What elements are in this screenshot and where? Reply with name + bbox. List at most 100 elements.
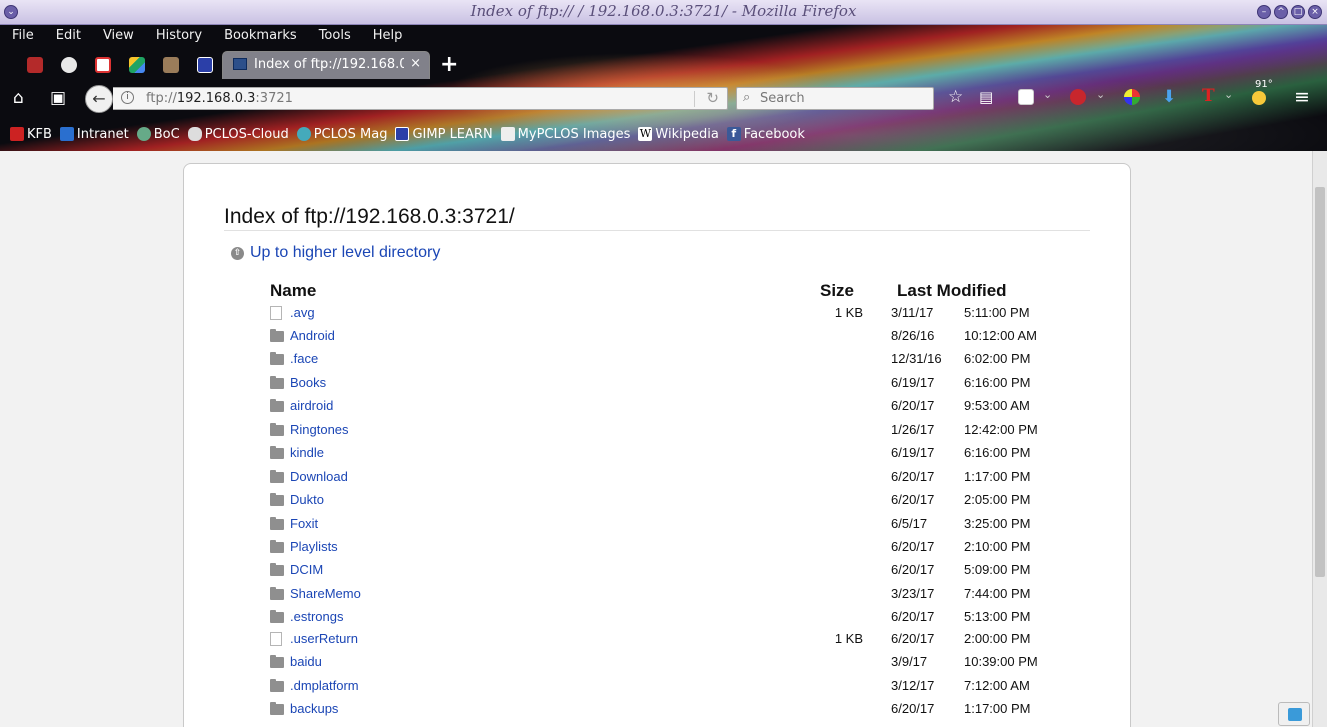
pinned-tab-2[interactable] — [58, 54, 80, 76]
reload-icon[interactable]: ↻ — [706, 89, 719, 107]
table-row[interactable]: baidu 3/9/17 10:39:00 PM — [270, 653, 1070, 676]
file-name-link[interactable]: Dukto — [290, 492, 324, 507]
table-row[interactable]: Foxit 6/5/17 3:25:00 PM — [270, 515, 1070, 538]
menu-tools[interactable]: Tools — [319, 25, 351, 49]
table-row[interactable]: ShareMemo 3/23/17 7:44:00 PM — [270, 585, 1070, 608]
table-row[interactable]: DCIM 6/20/17 5:09:00 PM — [270, 561, 1070, 584]
modified-time: 6:02:00 PM — [964, 351, 1031, 366]
table-row[interactable]: Ringtones 1/26/17 12:42:00 PM — [270, 421, 1070, 444]
magazine-icon — [296, 127, 311, 141]
vertical-scrollbar[interactable] — [1312, 151, 1327, 727]
table-row[interactable]: .face 12/31/16 6:02:00 PM — [270, 350, 1070, 373]
bookmark-pclos-mag[interactable]: PCLOS Mag — [296, 121, 387, 147]
tab-close-icon[interactable]: × — [410, 56, 421, 71]
pinned-tab-gimp[interactable] — [194, 54, 216, 76]
pinned-tab-5[interactable] — [160, 54, 182, 76]
hamburger-menu-icon[interactable]: ≡ — [1294, 86, 1310, 108]
file-name-link[interactable]: .face — [290, 351, 318, 366]
facebook-icon: f — [726, 127, 741, 141]
home-icon[interactable]: ⌂ — [13, 88, 24, 108]
menu-bookmarks[interactable]: Bookmarks — [224, 25, 297, 49]
file-name-link[interactable]: DCIM — [290, 562, 323, 577]
menu-view[interactable]: View — [103, 25, 134, 49]
download-icon[interactable]: ⬇ — [1162, 87, 1176, 107]
bookmark-facebook[interactable]: f Facebook — [726, 121, 805, 147]
maximize-button[interactable]: □ — [1291, 5, 1305, 19]
table-row[interactable]: backups 6/20/17 1:17:00 PM — [270, 700, 1070, 723]
menu-help[interactable]: Help — [373, 25, 403, 49]
search-bar[interactable]: ⌕ Search — [736, 87, 934, 110]
color-picker-icon[interactable] — [1124, 89, 1140, 105]
file-name-link[interactable]: kindle — [290, 445, 324, 460]
pinned-tab-1[interactable] — [24, 54, 46, 76]
file-name-link[interactable]: Android — [290, 328, 335, 343]
menu-edit[interactable]: Edit — [56, 25, 81, 49]
modified-date: 6/20/17 — [891, 492, 935, 507]
bookmark-wikipedia[interactable]: W Wikipedia — [638, 121, 719, 147]
column-header-last-modified[interactable]: Last Modified — [897, 281, 1007, 301]
print-icon[interactable]: ▣ — [50, 88, 66, 108]
bookmark-pclos-cloud[interactable]: PCLOS-Cloud — [187, 121, 289, 147]
modified-date: 6/20/17 — [891, 398, 935, 413]
file-name-link[interactable]: Books — [290, 375, 326, 390]
table-row[interactable]: .avg 1 KB 3/11/17 5:11:00 PM — [270, 304, 1070, 327]
translate-icon[interactable]: T — [1202, 86, 1215, 106]
table-row[interactable]: airdroid 6/20/17 9:53:00 AM — [270, 397, 1070, 420]
minimize-button[interactable]: – — [1257, 5, 1271, 19]
bookmark-boc[interactable]: BoC — [136, 121, 180, 147]
chevron-down-icon[interactable]: ⌄ — [1043, 88, 1052, 101]
table-row[interactable]: .estrongs 6/20/17 5:13:00 PM — [270, 608, 1070, 631]
file-name-link[interactable]: airdroid — [290, 398, 333, 413]
file-name-link[interactable]: Ringtones — [290, 422, 349, 437]
menu-bar: File Edit View History Bookmarks Tools H… — [0, 25, 412, 49]
table-row[interactable]: .userReturn 1 KB 6/20/17 2:00:00 PM — [270, 630, 1070, 653]
url-bar[interactable]: i ftp://192.168.0.3:3721 ↻ — [113, 87, 728, 110]
pinned-tab-gmail[interactable] — [92, 54, 114, 76]
adblock-icon[interactable] — [1070, 89, 1086, 105]
menu-history[interactable]: History — [156, 25, 202, 49]
corner-widget-button[interactable] — [1278, 702, 1310, 726]
table-row[interactable]: Books 6/19/17 6:16:00 PM — [270, 374, 1070, 397]
modified-date: 6/20/17 — [891, 701, 935, 716]
file-name-link[interactable]: .userReturn — [290, 631, 358, 646]
file-name-link[interactable]: .dmplatform — [290, 678, 359, 693]
bookmark-mypclos-images[interactable]: MyPCLOS Images — [500, 121, 630, 147]
table-row[interactable]: .dmplatform 3/12/17 7:12:00 AM — [270, 677, 1070, 700]
file-name-link[interactable]: Playlists — [290, 539, 338, 554]
modified-date: 6/19/17 — [891, 375, 935, 390]
chevron-down-icon[interactable]: ⌄ — [1224, 88, 1233, 101]
info-icon[interactable]: i — [121, 91, 134, 104]
file-name-link[interactable]: Download — [290, 469, 348, 484]
file-name-link[interactable]: Foxit — [290, 516, 318, 531]
modified-time: 1:17:00 PM — [964, 701, 1031, 716]
up-directory-link[interactable]: ⇧ Up to higher level directory — [231, 244, 440, 262]
scrollbar-thumb[interactable] — [1315, 187, 1325, 577]
file-name-link[interactable]: ShareMemo — [290, 586, 361, 601]
tab-active[interactable]: Index of ftp://192.168.0.3:3721/ × — [222, 51, 430, 79]
file-name-link[interactable]: backups — [290, 701, 338, 716]
column-header-size[interactable]: Size — [820, 281, 854, 301]
table-row[interactable]: Dukto 6/20/17 2:05:00 PM — [270, 491, 1070, 514]
file-name-link[interactable]: baidu — [290, 654, 322, 669]
reading-list-icon[interactable]: ▤ — [979, 88, 993, 106]
file-name-link[interactable]: .estrongs — [290, 609, 343, 624]
column-header-name[interactable]: Name — [270, 281, 316, 301]
bookmark-kfb[interactable]: KFB — [10, 121, 52, 147]
close-window-button[interactable]: × — [1308, 5, 1322, 19]
shade-button[interactable]: ^ — [1274, 5, 1288, 19]
table-row[interactable]: kindle 6/19/17 6:16:00 PM — [270, 444, 1070, 467]
bookmark-gimp-learn[interactable]: GIMP LEARN — [395, 121, 493, 147]
modified-date: 3/9/17 — [891, 654, 928, 669]
file-name-link[interactable]: .avg — [290, 305, 315, 320]
bookmark-intranet[interactable]: Intranet — [59, 121, 129, 147]
bookmark-star-icon[interactable]: ☆ — [948, 87, 963, 107]
table-row[interactable]: Android 8/26/16 10:12:00 AM — [270, 327, 1070, 350]
new-tab-button[interactable]: + — [440, 52, 458, 77]
table-row[interactable]: Download 6/20/17 1:17:00 PM — [270, 468, 1070, 491]
table-row[interactable]: Playlists 6/20/17 2:10:00 PM — [270, 538, 1070, 561]
back-button[interactable]: ← — [85, 85, 113, 113]
pinned-tab-drive[interactable] — [126, 54, 148, 76]
chevron-down-icon[interactable]: ⌄ — [1096, 88, 1105, 101]
menu-file[interactable]: File — [12, 25, 34, 49]
extension-icon[interactable] — [1018, 89, 1034, 105]
